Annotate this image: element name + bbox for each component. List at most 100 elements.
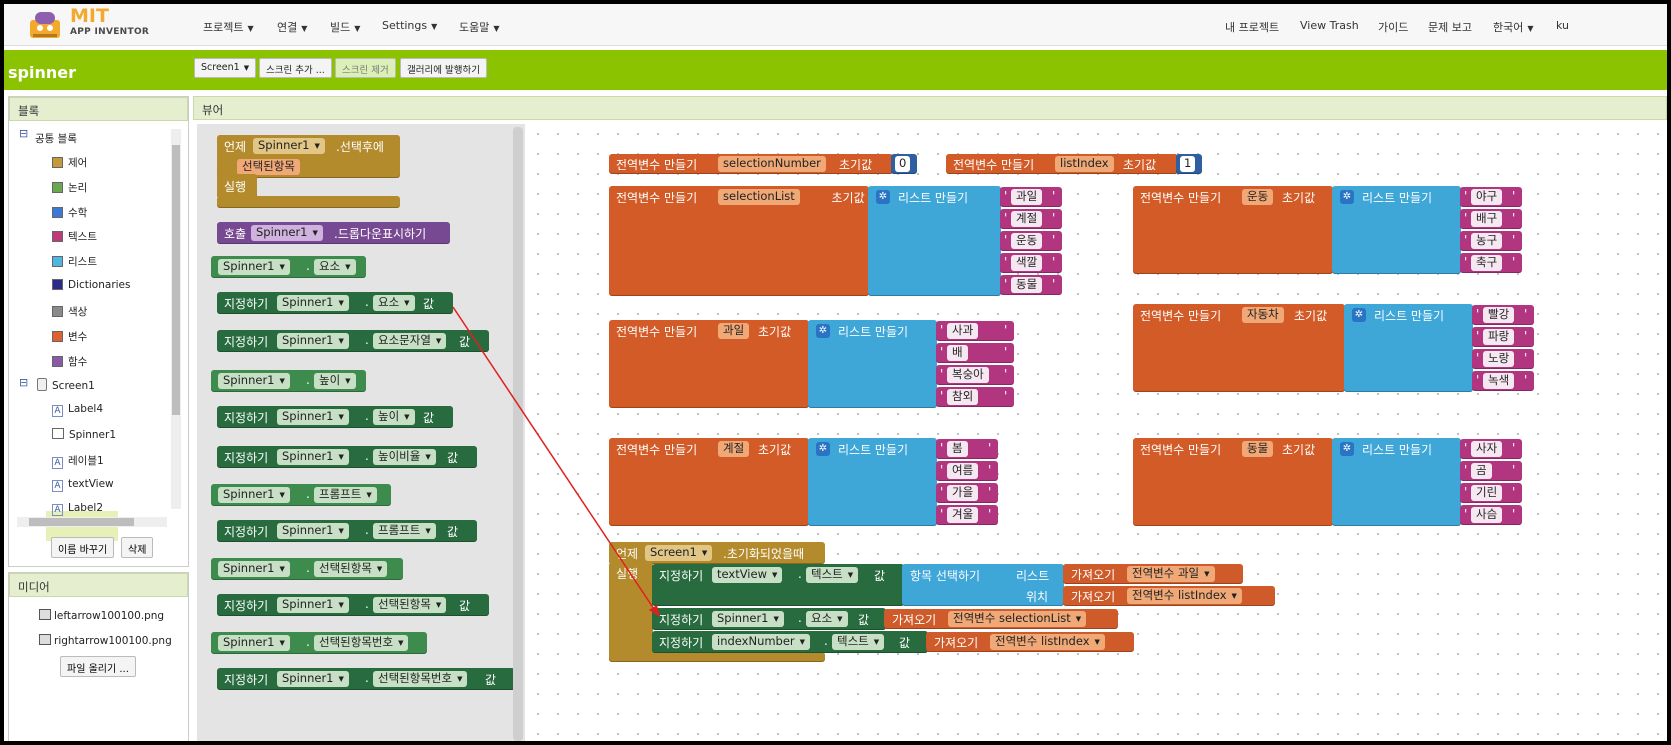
property-dropdown[interactable]: 텍스트 ▼ bbox=[806, 567, 859, 583]
category-variables[interactable]: 변수 bbox=[52, 329, 87, 344]
tree-spinner1[interactable]: Spinner1 bbox=[52, 428, 116, 441]
text-string-block[interactable]: ' 참외 ' bbox=[936, 387, 1014, 407]
property-dropdown[interactable]: 텍스트 ▼ bbox=[832, 634, 885, 650]
media-file-item[interactable]: leftarrow100100.png bbox=[39, 609, 164, 622]
builtin-blocks-label[interactable]: 공통 블록 bbox=[35, 131, 77, 146]
string-field[interactable]: 복숭아 bbox=[947, 367, 989, 383]
variable-name-field[interactable]: 과일 bbox=[718, 323, 750, 339]
string-field[interactable]: 녹색 bbox=[1483, 373, 1515, 389]
number-field[interactable]: 0 bbox=[895, 156, 911, 172]
global-declaration[interactable]: 전역변수 만들기 운동 초기값 bbox=[1133, 186, 1333, 274]
make-list-block[interactable]: ✲ 리스트 만들기 bbox=[808, 320, 937, 408]
category-math[interactable]: 수학 bbox=[52, 205, 87, 220]
variable-name-field[interactable]: listIndex bbox=[1055, 156, 1114, 172]
get-global-fruit-block[interactable]: 가져오기 전역변수 과일 ▼ bbox=[1063, 564, 1243, 584]
gear-icon[interactable]: ✲ bbox=[816, 324, 830, 338]
gear-icon[interactable]: ✲ bbox=[876, 190, 890, 204]
get-global-listindex-block[interactable]: 가져오기 전역변수 listIndex ▼ bbox=[1063, 586, 1275, 606]
number-field[interactable]: 1 bbox=[1180, 156, 1196, 172]
set-indexnumber-text-block[interactable]: 지정하기 indexNumber ▼ . 텍스트 ▼ 값 bbox=[652, 631, 928, 653]
set-textview-text-block[interactable]: 지정하기 textView ▼ . 텍스트 ▼ 값 bbox=[652, 564, 904, 606]
property-dropdown[interactable]: 높이 ▼ bbox=[314, 373, 356, 389]
string-field[interactable]: 가을 bbox=[947, 485, 979, 501]
category-lists[interactable]: 리스트 bbox=[52, 254, 97, 269]
global-declaration[interactable]: 전역변수 만들기 계절 초기값 bbox=[609, 438, 809, 526]
property-dropdown[interactable]: 프롬프트 ▼ bbox=[373, 523, 436, 539]
variable-dropdown[interactable]: 전역변수 selectionList ▼ bbox=[948, 611, 1087, 627]
text-string-block[interactable]: ' 노랑 ' bbox=[1472, 349, 1534, 369]
tree-label4[interactable]: A Label4 bbox=[52, 403, 103, 417]
component-dropdown[interactable]: Spinner1 ▼ bbox=[218, 487, 290, 503]
string-field[interactable]: 배구 bbox=[1471, 211, 1503, 227]
tree-textview[interactable]: AtextView bbox=[52, 478, 114, 492]
string-field[interactable]: 동물 bbox=[1011, 277, 1043, 293]
property-getter-block[interactable]: Spinner1 ▼. 프롬프트 ▼ bbox=[211, 484, 391, 506]
tree-label1[interactable]: A 레이블1 bbox=[52, 453, 104, 469]
property-dropdown[interactable]: 요소 ▼ bbox=[806, 611, 848, 627]
menu-guide[interactable]: 가이드 bbox=[1378, 19, 1408, 35]
text-string-block[interactable]: ' 가을 ' bbox=[936, 483, 998, 503]
variable-name-field[interactable]: 운동 bbox=[1242, 189, 1274, 205]
string-field[interactable]: 야구 bbox=[1471, 189, 1503, 205]
property-dropdown[interactable]: 프롬프트 ▼ bbox=[314, 487, 377, 503]
string-field[interactable]: 여름 bbox=[947, 463, 979, 479]
string-field[interactable]: 봄 bbox=[947, 441, 968, 457]
collapse-icon[interactable]: ⊟ bbox=[19, 376, 28, 389]
component-dropdown[interactable]: Spinner1 ▼ bbox=[277, 333, 349, 349]
property-dropdown[interactable]: 요소 ▼ bbox=[314, 259, 356, 275]
property-dropdown[interactable]: 요소문자열 ▼ bbox=[373, 333, 447, 349]
make-list-block[interactable]: ✲ 리스트 만들기 bbox=[808, 438, 937, 526]
flyout-scrollbar[interactable] bbox=[513, 127, 523, 741]
component-dropdown[interactable]: Spinner1 ▼ bbox=[218, 561, 290, 577]
variable-name-field[interactable]: selectionList bbox=[718, 189, 800, 205]
string-field[interactable]: 빨강 bbox=[1483, 307, 1515, 323]
property-setter-block[interactable]: 지정하기 Spinner1 ▼. 높이 ▼ 값 bbox=[217, 406, 453, 428]
text-string-block[interactable]: ' 녹색 ' bbox=[1472, 371, 1534, 391]
string-field[interactable]: 참외 bbox=[947, 389, 979, 405]
component-dropdown[interactable]: Spinner1 ▼ bbox=[277, 295, 349, 311]
text-string-block[interactable]: ' 파랑 ' bbox=[1472, 327, 1534, 347]
screen-initialize-event[interactable]: 언제 Screen1 ▼ .초기화되었을때 bbox=[609, 542, 825, 564]
property-dropdown[interactable]: 선택된항목번호 ▼ bbox=[314, 635, 409, 651]
component-dropdown[interactable]: textView ▼ bbox=[712, 567, 783, 583]
category-colors[interactable]: 색상 bbox=[52, 304, 87, 319]
event-parameter[interactable]: 선택된항목 bbox=[237, 159, 300, 175]
get-global-listindex-block-2[interactable]: 가져오기 전역변수 listIndex ▼ bbox=[926, 632, 1134, 652]
variable-name-field[interactable]: selectionNumber bbox=[718, 156, 826, 172]
string-field[interactable]: 사과 bbox=[947, 323, 979, 339]
string-field[interactable]: 계절 bbox=[1011, 211, 1043, 227]
tree-screen1[interactable]: Screen1 bbox=[37, 378, 95, 392]
text-string-block[interactable]: ' 곰 ' bbox=[1460, 461, 1522, 481]
menu-settings[interactable]: Settings ▼ bbox=[382, 19, 437, 32]
component-dropdown[interactable]: Spinner1 ▼ bbox=[277, 523, 349, 539]
component-dropdown[interactable]: Spinner1 ▼ bbox=[218, 373, 290, 389]
text-string-block[interactable]: ' 배구 ' bbox=[1460, 209, 1522, 229]
property-dropdown[interactable]: 높이비율 ▼ bbox=[373, 449, 436, 465]
string-field[interactable]: 운동 bbox=[1011, 233, 1043, 249]
property-dropdown[interactable]: 선택된항목 ▼ bbox=[314, 561, 388, 577]
component-dropdown[interactable]: Spinner1 ▼ bbox=[251, 225, 323, 241]
tree-label2[interactable]: A Label2 bbox=[52, 502, 103, 516]
component-dropdown[interactable]: Spinner1 ▼ bbox=[712, 611, 784, 627]
variable-name-field[interactable]: 자동차 bbox=[1242, 307, 1284, 323]
text-string-block[interactable]: ' 봄 ' bbox=[936, 439, 998, 459]
menu-report-issue[interactable]: 문제 보고 bbox=[1428, 19, 1472, 35]
property-setter-block[interactable]: 지정하기 Spinner1 ▼. 높이비율 ▼ 값 bbox=[217, 446, 477, 468]
text-string-block[interactable]: ' 사슴 ' bbox=[1460, 505, 1522, 525]
string-field[interactable]: 사자 bbox=[1471, 441, 1503, 457]
menu-view-trash[interactable]: View Trash bbox=[1300, 19, 1359, 32]
global-listIndex-block[interactable]: 전역변수 만들기 listIndex 초기값 bbox=[946, 154, 1178, 174]
category-logic[interactable]: 논리 bbox=[52, 180, 87, 195]
text-string-block[interactable]: ' 사과 ' bbox=[936, 321, 1014, 341]
gear-icon[interactable]: ✲ bbox=[816, 442, 830, 456]
property-setter-block[interactable]: 지정하기 Spinner1 ▼. 요소 ▼ 값 bbox=[217, 292, 453, 314]
string-field[interactable]: 배 bbox=[947, 345, 968, 361]
add-screen-button[interactable]: 스크린 추가 ... bbox=[259, 58, 332, 78]
text-string-block[interactable]: ' 여름 ' bbox=[936, 461, 998, 481]
property-getter-block[interactable]: Spinner1 ▼. 높이 ▼ bbox=[211, 370, 366, 392]
text-string-block[interactable]: ' 기린 ' bbox=[1460, 483, 1522, 503]
gear-icon[interactable]: ✲ bbox=[1340, 442, 1354, 456]
delete-button[interactable]: 삭제 bbox=[121, 537, 154, 558]
select-list-item-block[interactable]: 항목 선택하기 리스트 위치 bbox=[902, 564, 1064, 606]
text-string-block[interactable]: ' 배 ' bbox=[936, 343, 1014, 363]
